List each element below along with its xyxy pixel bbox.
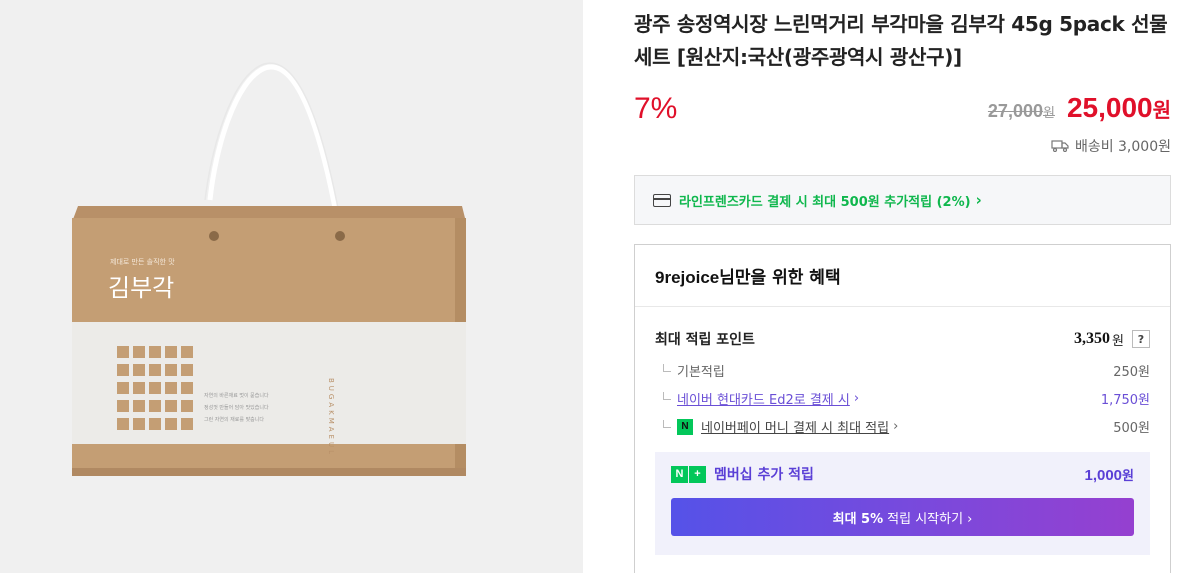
naver-plus-icon: N + <box>671 465 706 483</box>
point-row-value: 1,750원 <box>1100 393 1150 408</box>
sale-price-unit: 원 <box>1152 98 1171 122</box>
start-button-text: 적립 시작하기 › <box>887 511 973 527</box>
price-block: 27,000원 25,000 원 <box>988 92 1171 124</box>
chevron-right-icon: › <box>853 391 860 406</box>
benefit-title-suffix: 님만을 위한 혜택 <box>719 268 841 288</box>
shipping-fee-label: 배송비 3,000원 <box>1074 139 1171 155</box>
chevron-right-icon: › <box>893 419 899 434</box>
original-price: 27,000원 <box>988 101 1055 122</box>
benefit-title: 9rejoice님만을 위한 혜택 <box>635 245 1170 307</box>
benefit-username: 9rejoice <box>655 268 720 287</box>
point-row-value: 250원 <box>1113 365 1150 380</box>
truck-icon <box>1051 140 1069 152</box>
point-row-npay-money: N 네이버페이 머니 결제 시 최대 적립 › 500원 <box>663 417 1150 436</box>
max-points-label: 최대 적립 포인트 <box>655 332 755 348</box>
max-points-row: 최대 적립 포인트 3,350 원 ? <box>655 329 1150 349</box>
sale-price: 25,000 <box>1066 92 1153 123</box>
help-button[interactable]: ? <box>1132 330 1150 348</box>
box-desc-line: 자연의 바른재료 멋이 묻습니다 <box>204 393 269 399</box>
tree-corner-icon <box>663 391 671 400</box>
npay-money-link[interactable]: 네이버페이 머니 결제 시 최대 적립 <box>701 417 889 436</box>
card-benefit-banner[interactable]: 라인프렌즈카드 결제 시 최대 500원 추가적립 (2%) › <box>634 175 1171 225</box>
product-title: 광주 송정역시장 느린먹거리 부각마을 김부각 45g 5pack 선물세트 [… <box>634 12 1168 69</box>
start-points-button[interactable]: 최대 5% 적립 시작하기 › <box>671 498 1134 536</box>
point-row-value: 500원 <box>1113 421 1150 436</box>
chevron-right-icon: › <box>975 191 982 209</box>
product-image: 제대로 만든 솔직한 맛 김부각 BUGAKMAEUL 자연의 바른재료 멋이 … <box>0 0 583 573</box>
shipping-fee: 배송비 3,000원 <box>1051 136 1171 156</box>
membership-box: N + 멤버십 추가 적립 1,000원 최대 5% 적립 시작하기 › <box>655 452 1150 555</box>
max-points-unit: 원 <box>1112 333 1124 349</box>
product-box-illustration <box>72 62 466 476</box>
start-button-bold: 최대 5% <box>832 511 884 527</box>
npay-icon: N <box>677 418 693 435</box>
product-info-panel: 광주 송정역시장 느린먹거리 부각마을 김부각 45g 5pack 선물세트 [… <box>634 0 1171 573</box>
membership-label: 멤버십 추가 적립 <box>714 467 814 483</box>
original-price-value: 27,000 <box>987 101 1043 121</box>
discount-rate: 7% <box>634 92 678 125</box>
benefit-box: 9rejoice님만을 위한 혜택 최대 적립 포인트 3,350 원 ? 기본… <box>634 244 1171 573</box>
box-side-text: BUGAKMAEUL <box>327 378 335 458</box>
box-tagline: 제대로 만든 솔직한 맛 <box>110 258 175 266</box>
tree-corner-icon <box>663 363 671 372</box>
original-price-unit: 원 <box>1042 105 1055 120</box>
card-icon <box>653 193 671 207</box>
box-brand: 김부각 <box>108 274 175 302</box>
point-row-basic: 기본적립 250원 <box>663 361 1150 380</box>
membership-value-number: 1,000 <box>1084 466 1123 484</box>
membership-value-unit: 원 <box>1122 467 1134 483</box>
point-row-hyundai-card: 네이버 현대카드 Ed2로 결제 시 › 1,750원 <box>663 389 1150 408</box>
point-row-label: 기본적립 <box>677 365 725 380</box>
box-desc-line: 그런 자연의 재료를 맞춥니다 <box>204 417 264 423</box>
membership-value: 1,000원 <box>1084 465 1134 484</box>
hyundai-card-link[interactable]: 네이버 현대카드 Ed2로 결제 시 <box>677 389 850 408</box>
card-benefit-text: 라인프렌즈카드 결제 시 최대 500원 추가적립 (2%) <box>679 194 971 210</box>
box-desc-line: 정성껏 만들어 담아 맛있습니다 <box>204 405 269 411</box>
tree-corner-icon <box>663 419 671 428</box>
max-points-value: 3,350 <box>1074 330 1111 347</box>
